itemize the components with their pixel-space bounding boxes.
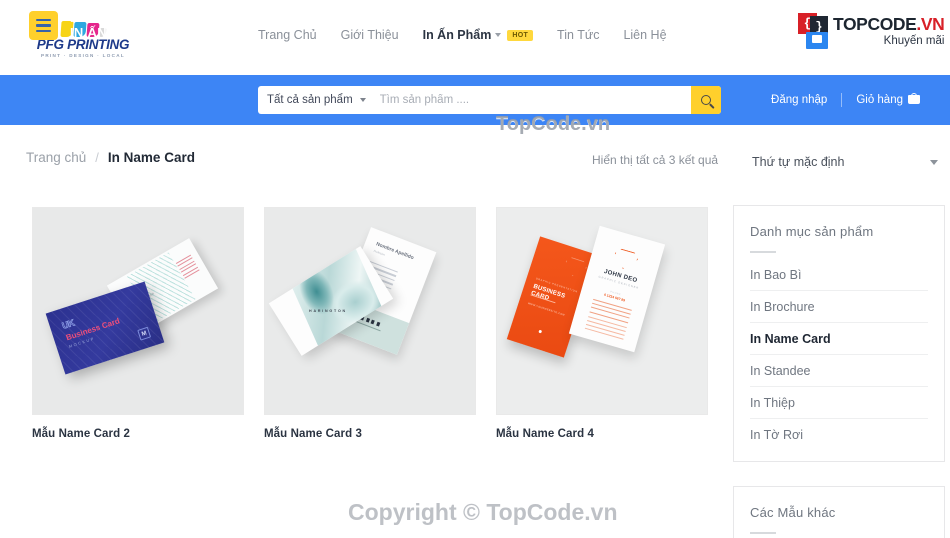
product-title[interactable]: Mẫu Name Card 2 (32, 428, 244, 440)
nav-link-trang-chu[interactable]: Trang Chủ (258, 28, 317, 42)
nav-item-trang-chu[interactable]: Trang Chủ (258, 28, 317, 42)
main-navigation: Trang Chủ Giới Thiệu In Ấn Phẩm HOT Tin … (258, 28, 667, 42)
navy-business-card-mockup-image: Jhon Doe. CREATIVE DESIGNER UK Business … (33, 208, 243, 414)
sidebar: Danh mục sản phẩm In Bao Bì In Brochure … (733, 205, 945, 538)
login-link[interactable]: Đăng nhập (757, 93, 841, 107)
cart-label: Giỏ hàng (856, 94, 903, 106)
nav-link-gioi-thieu[interactable]: Giới Thiệu (341, 28, 399, 42)
mockup-monogram: M (137, 326, 152, 341)
nav-link-in-an-pham[interactable]: In Ấn Phẩm (423, 28, 492, 42)
product-title[interactable]: Mẫu Name Card 4 (496, 428, 708, 440)
diamond-icon (611, 247, 639, 272)
nav-item-lien-he[interactable]: Liên Hệ (623, 28, 666, 42)
chevron-down-icon (359, 98, 366, 102)
breadcrumb: Trang chủ / In Name Card (26, 150, 195, 165)
sidebar-categories-panel: Danh mục sản phẩm In Bao Bì In Brochure … (733, 205, 945, 462)
search-submit-button[interactable] (691, 86, 721, 114)
product-image[interactable]: GRAPHIC PRESENTATION BUSINESS CARD WWW.Y… (496, 207, 708, 415)
teal-marble-card-mockup-image: Nombre Apellido Profesión HARINGTON (265, 208, 475, 414)
breadcrumb-current: In Name Card (107, 150, 195, 165)
hot-badge: HOT (507, 29, 534, 41)
sidebar-other-templates-panel: Các Mẫu khác Mẫu standee 4 (733, 486, 945, 538)
nav-item-gioi-thieu[interactable]: Giới Thiệu (341, 28, 399, 42)
topcode-title-tld: .VN (916, 13, 945, 34)
category-menu-label[interactable]: Danh mục IN ẤN PHẨM (70, 13, 150, 41)
shopping-bag-icon (908, 93, 920, 104)
product-title[interactable]: Mẫu Name Card 3 (264, 428, 476, 440)
breadcrumb-home[interactable]: Trang chủ (26, 150, 86, 165)
orange-diamond-card-mockup-image: GRAPHIC PRESENTATION BUSINESS CARD WWW.Y… (497, 208, 707, 414)
search-category-select[interactable]: Tất cả sản phẩm (258, 86, 376, 114)
account-actions: Đăng nhập Giỏ hàng (757, 93, 934, 107)
divider (750, 251, 776, 253)
product-grid: Jhon Doe. CREATIVE DESIGNER UK Business … (32, 207, 708, 440)
sort-order-value: Thứ tự mặc định (752, 155, 845, 169)
product-card[interactable]: GRAPHIC PRESENTATION BUSINESS CARD WWW.Y… (496, 207, 708, 440)
hamburger-menu-icon[interactable] (29, 11, 58, 40)
topcode-title: TOPCODE.VN (833, 13, 945, 34)
sidebar-item-in-thiep[interactable]: In Thiệp (750, 387, 928, 419)
cart-link[interactable]: Giỏ hàng (842, 93, 934, 107)
nav-link-lien-he[interactable]: Liên Hệ (623, 28, 666, 42)
sort-order-select[interactable]: Thứ tự mặc định (752, 152, 938, 172)
search-input[interactable] (375, 86, 691, 114)
topcode-brand-badge: { } TOPCODE.VN Khuyến mãi (798, 8, 945, 54)
divider (750, 532, 776, 534)
search-icon (701, 95, 711, 105)
product-image[interactable]: Jhon Doe. CREATIVE DESIGNER UK Business … (32, 207, 244, 415)
topcode-logo-icon: { } (798, 11, 832, 51)
chevron-down-icon (495, 33, 502, 37)
result-count-text: Hiển thị tất cả 3 kết quả (592, 153, 719, 167)
sidebar-item-in-name-card[interactable]: In Name Card (750, 323, 928, 355)
page-root: PFG PRINTING PRINT · DESIGN · LOCAL Tran… (0, 0, 950, 538)
mockup-name: HARINGTON (309, 309, 347, 314)
sidebar-item-in-bao-bi[interactable]: In Bao Bì (750, 259, 928, 291)
sidebar-category-list: In Bao Bì In Brochure In Name Card In St… (750, 259, 928, 450)
floppy-icon (806, 32, 828, 49)
logo-tagline: PRINT · DESIGN · LOCAL (41, 53, 125, 58)
sidebar-others-title: Các Mẫu khác (750, 505, 836, 520)
search-bar: Tất cả sản phẩm (258, 86, 721, 114)
topcode-subtitle: Khuyến mãi (883, 34, 945, 47)
nav-item-in-an-pham[interactable]: In Ấn Phẩm HOT (423, 28, 534, 42)
product-image[interactable]: Nombre Apellido Profesión HARINGTON (264, 207, 476, 415)
product-card[interactable]: Jhon Doe. CREATIVE DESIGNER UK Business … (32, 207, 244, 440)
search-category-value: Tất cả sản phẩm (267, 94, 353, 106)
category-label-small: Danh mục (70, 13, 118, 25)
topcode-title-main: TOPCODE (833, 13, 917, 34)
sidebar-item-in-to-roi[interactable]: In Tờ Rơi (750, 419, 928, 450)
main-content: Trang chủ / In Name Card Hiển thị tất cả… (0, 125, 950, 538)
sidebar-item-in-brochure[interactable]: In Brochure (750, 291, 928, 323)
sidebar-categories-title: Danh mục sản phẩm (750, 224, 874, 239)
product-card[interactable]: Nombre Apellido Profesión HARINGTON Mẫu … (264, 207, 476, 440)
category-chevron-down-icon[interactable] (191, 45, 199, 50)
nav-link-tin-tuc[interactable]: Tin Tức (557, 28, 599, 42)
nav-item-tin-tuc[interactable]: Tin Tức (557, 28, 599, 42)
breadcrumb-separator: / (95, 150, 99, 165)
chevron-down-icon (930, 159, 938, 165)
mockup-brand: UK (60, 317, 76, 331)
topcode-brand-text: TOPCODE.VN Khuyến mãi (833, 13, 945, 48)
category-label-big: IN ẤN PHẨM (70, 25, 151, 41)
sidebar-item-in-standee[interactable]: In Standee (750, 355, 928, 387)
